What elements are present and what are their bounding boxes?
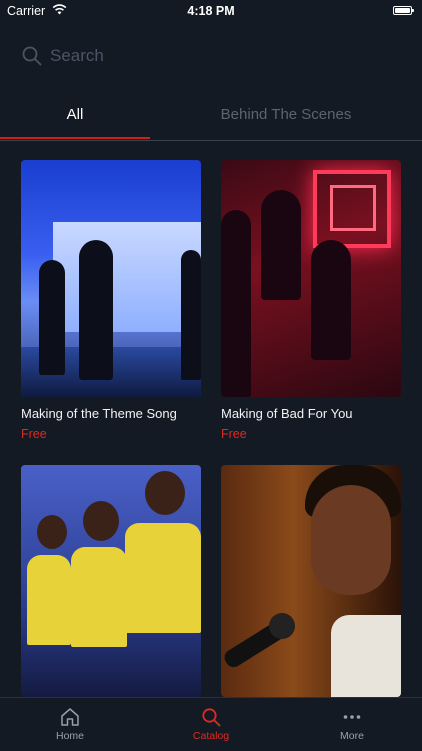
video-card[interactable]: Making of Bad For You Free [221, 160, 401, 441]
search-icon [202, 708, 221, 727]
bottom-tab-bar: Home Catalog More [0, 697, 422, 751]
video-title: Making of the Theme Song [21, 406, 177, 421]
home-icon [61, 708, 79, 726]
tab-behind-the-scenes[interactable]: Behind The Scenes [150, 96, 422, 138]
clock: 4:18 PM [187, 4, 235, 18]
video-thumbnail[interactable] [21, 160, 201, 397]
video-thumbnail[interactable] [221, 465, 401, 697]
status-bar: Carrier 4:18 PM [0, 0, 422, 22]
tab-catalog[interactable]: Catalog [141, 698, 281, 751]
tab-all[interactable]: All [0, 96, 150, 138]
tab-more[interactable]: More [282, 698, 422, 751]
tab-home-label: Home [55, 730, 84, 742]
search-bar[interactable] [10, 36, 406, 76]
video-thumbnail[interactable] [21, 465, 201, 697]
video-card[interactable] [21, 465, 201, 697]
tab-more-label: More [340, 730, 364, 742]
search-input[interactable] [48, 45, 372, 67]
active-tab-indicator [0, 137, 150, 139]
tab-home[interactable]: Home [0, 698, 140, 751]
category-tabs: All Behind The Scenes [0, 96, 422, 141]
video-card[interactable]: Making of the Theme Song Free [21, 160, 201, 441]
more-dots-icon [343, 715, 361, 719]
video-card[interactable] [221, 465, 401, 697]
video-price: Free [21, 427, 47, 441]
search-icon [22, 46, 42, 66]
video-price: Free [221, 427, 247, 441]
battery-icon [393, 6, 414, 15]
video-thumbnail[interactable] [221, 160, 401, 397]
tab-catalog-label: Catalog [192, 730, 230, 742]
video-title: Making of Bad For You [221, 406, 353, 421]
